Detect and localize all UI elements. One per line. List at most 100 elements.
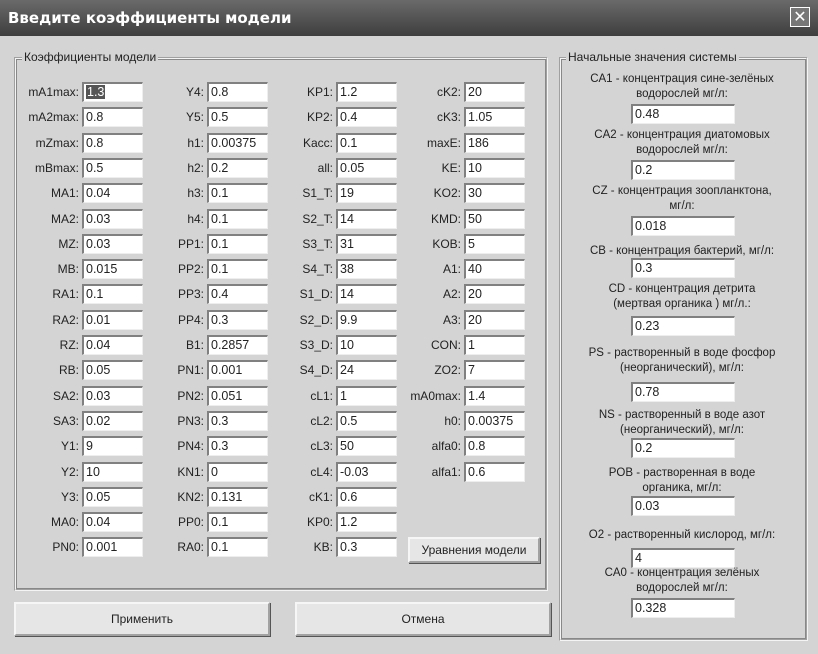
coeff-label-h1: h1:	[187, 135, 204, 150]
initial-label: CA1 - концентрация сине-зелёных водоросл…	[590, 73, 774, 100]
coeff-input-alfa0[interactable]: 0.8	[464, 436, 525, 457]
cancel-button[interactable]: Отмена	[295, 602, 551, 636]
coeff-input-KN2[interactable]: 0.131	[207, 486, 268, 507]
window-title: Введите коэффициенты модели	[8, 9, 292, 27]
initial-value-input[interactable]: 0.48	[631, 104, 735, 124]
initial-value-input[interactable]: 0.2	[631, 438, 735, 458]
coeff-input-PP4[interactable]: 0.3	[207, 309, 268, 330]
initial-value-input[interactable]: 0.328	[631, 598, 735, 618]
coeff-label-S4_D: S4_D:	[299, 363, 333, 378]
initial-label: NS - растворенный в воде азот (неорганич…	[598, 409, 766, 436]
coeff-input-KOB[interactable]: 5	[464, 233, 525, 254]
coeff-label-S3_T: S3_T:	[302, 236, 333, 251]
coeff-input-all[interactable]: 0.05	[336, 157, 397, 178]
coeff-input-S3_D[interactable]: 10	[336, 335, 397, 355]
initial-value-input[interactable]: 0.2	[631, 160, 735, 180]
coeff-input-cL3[interactable]: 50	[336, 436, 397, 457]
coeff-input-S4_D[interactable]: 24	[336, 360, 397, 381]
coeff-input-h0[interactable]: 0.00375	[464, 410, 525, 431]
model-equations-button[interactable]: Уравнения модели	[408, 537, 540, 563]
coeff-label-alfa0: alfa0:	[431, 439, 461, 454]
coeff-label-PN4: PN4:	[177, 439, 204, 454]
coeff-input-PN3[interactable]: 0.3	[207, 410, 268, 431]
coeff-input-ZO2[interactable]: 7	[464, 360, 525, 381]
coeff-label-PN0: PN0:	[52, 540, 79, 555]
coeff-input-S1_D[interactable]: 14	[336, 284, 397, 305]
coeff-label-PP4: PP4:	[177, 312, 204, 327]
coeff-input-cL4[interactable]: -0.03	[336, 461, 397, 482]
initial-value-input[interactable]: 0.23	[631, 316, 735, 336]
coeff-label-S3_D: S3_D:	[299, 338, 333, 352]
coeff-label-mA1max: mA1max:	[28, 85, 79, 99]
coeff-input-A2[interactable]: 20	[464, 284, 525, 305]
coeff-input-KE[interactable]: 10	[464, 157, 525, 178]
coeff-input-h1[interactable]: 0.00375	[207, 132, 268, 153]
coeff-label-KO2: KO2:	[433, 186, 461, 201]
coeff-input-maxE[interactable]: 186	[464, 132, 525, 153]
coeff-label-A1: A1:	[442, 262, 461, 277]
initial-value-input[interactable]: 0.018	[631, 216, 735, 236]
initial-value-input[interactable]: 4	[631, 548, 735, 568]
coeff-input-cL2[interactable]: 0.5	[336, 410, 397, 431]
coeff-input-PP2[interactable]: 0.1	[207, 259, 268, 280]
coeff-input-KN1[interactable]: 0	[207, 461, 268, 482]
initial-value-input[interactable]: 0.03	[631, 496, 735, 516]
coeff-input-S4_T[interactable]: 38	[336, 259, 397, 280]
coeff-label-PP1: PP1:	[177, 236, 204, 251]
coeff-input-cK2[interactable]: 20	[464, 82, 525, 102]
coeff-input-h3[interactable]: 0.1	[207, 183, 268, 204]
coeff-input-S3_T[interactable]: 31	[336, 233, 397, 254]
coeff-label-RA2: RA2:	[52, 312, 79, 327]
coeff-input-h4[interactable]: 0.1	[207, 208, 268, 229]
coeff-label-mA0max: mA0max:	[410, 388, 461, 403]
coeff-input-alfa1[interactable]: 0.6	[464, 461, 525, 482]
coeff-label-MA2: MA2:	[50, 211, 79, 226]
coeff-label-alfa1: alfa1:	[431, 464, 461, 479]
coeff-input-PP1[interactable]: 0.1	[207, 233, 268, 254]
coeff-input-S2_D[interactable]: 9.9	[336, 309, 397, 330]
coeff-label-KN1: KN1:	[177, 464, 204, 479]
coeff-input-A3[interactable]: 20	[464, 309, 525, 330]
coeff-input-cK1[interactable]: 0.6	[336, 486, 397, 507]
coeff-label-A3: A3:	[442, 312, 461, 327]
coeff-input-PP0[interactable]: 0.1	[207, 512, 268, 533]
apply-button[interactable]: Применить	[14, 602, 270, 636]
initial-value-input[interactable]: 0.3	[631, 258, 735, 278]
coeff-input-S1_T[interactable]: 19	[336, 183, 397, 204]
coeff-input-mA0max[interactable]: 1.4	[464, 385, 525, 406]
coeff-input-KP2[interactable]: 0.4	[336, 107, 397, 128]
coeff-input-B1[interactable]: 0.2857	[207, 335, 268, 355]
coeff-label-PN2: PN2:	[177, 388, 204, 403]
coeff-input-RA0[interactable]: 0.1	[207, 537, 268, 558]
initial-value-input[interactable]: 0.78	[631, 382, 735, 402]
coeff-input-cK3[interactable]: 1.05	[464, 107, 525, 128]
coeff-input-PN4[interactable]: 0.3	[207, 436, 268, 457]
coeff-label-KP0: KP0:	[306, 515, 333, 530]
coeff-input-PP3[interactable]: 0.4	[207, 284, 268, 305]
coeff-input-Y4[interactable]: 0.8	[207, 82, 268, 102]
coeff-input-CON[interactable]: 1	[464, 335, 525, 355]
coeff-input-KO2[interactable]: 30	[464, 183, 525, 204]
coeff-label-KE: KE:	[441, 160, 461, 175]
coeff-input-PN1[interactable]: 0.001	[207, 360, 268, 381]
coeff-label-KP1: KP1:	[306, 85, 333, 99]
coeff-input-KP1[interactable]: 1.2	[336, 82, 397, 102]
coeff-input-Kacc[interactable]: 0.1	[336, 132, 397, 153]
coeff-label-MA1: MA1:	[50, 186, 79, 201]
coeff-label-mA2max: mA2max:	[28, 110, 79, 125]
coeff-input-PN2[interactable]: 0.051	[207, 385, 268, 406]
coeff-input-cL1[interactable]: 1	[336, 385, 397, 406]
coeff-label-MZ: MZ:	[58, 236, 79, 251]
coeff-label-SA2: SA2:	[52, 388, 79, 403]
close-icon[interactable]: ✕	[790, 7, 810, 27]
coeff-label-cL4: cL4:	[310, 464, 333, 479]
coeff-input-KMD[interactable]: 50	[464, 208, 525, 229]
coeff-input-S2_T[interactable]: 14	[336, 208, 397, 229]
coeff-label-RZ: RZ:	[59, 338, 79, 352]
coeff-input-h2[interactable]: 0.2	[207, 157, 268, 178]
coeff-input-KB[interactable]: 0.3	[336, 537, 397, 558]
coeff-input-KP0[interactable]: 1.2	[336, 512, 397, 533]
coeff-input-Y5[interactable]: 0.5	[207, 107, 268, 128]
coeff-label-Y1: Y1:	[60, 439, 79, 454]
coeff-input-A1[interactable]: 40	[464, 259, 525, 280]
